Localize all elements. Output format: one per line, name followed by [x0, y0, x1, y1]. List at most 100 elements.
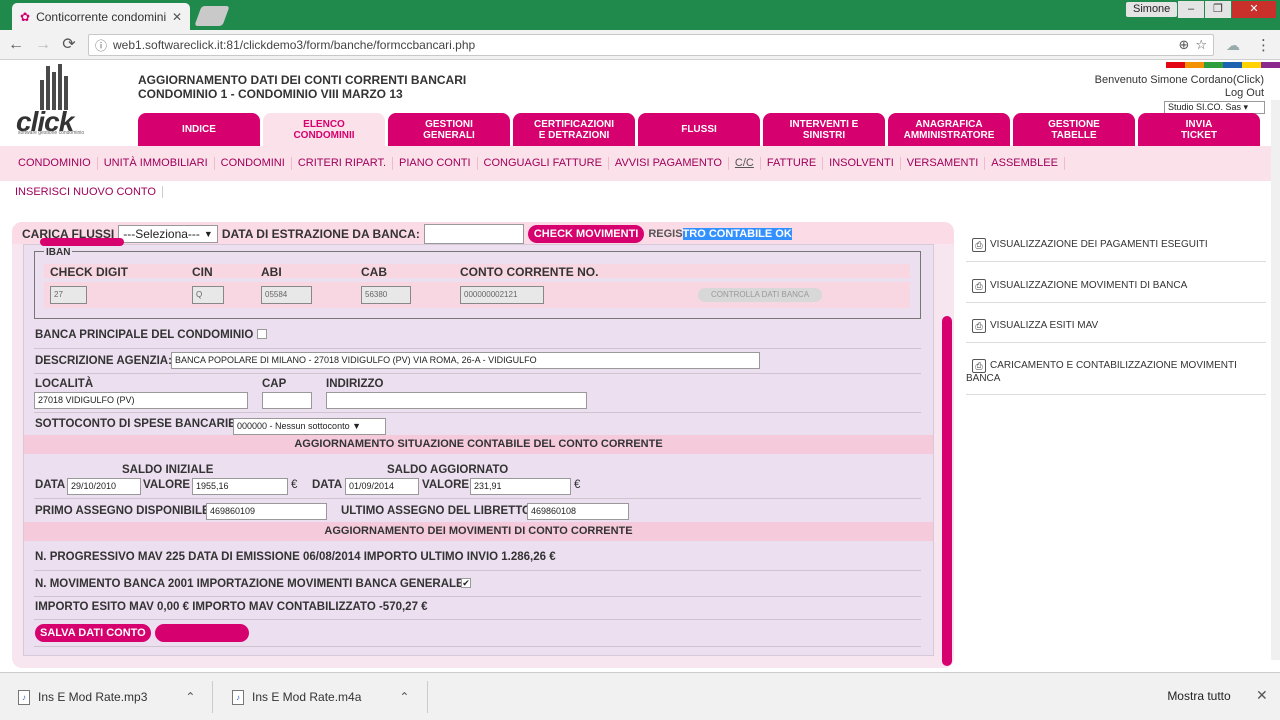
mainnav-flussi[interactable]: FLUSSI	[638, 113, 760, 146]
color-swatch	[1185, 62, 1204, 68]
page-title-line2: CONDOMINIO 1 - CONDOMINIO VIII MARZO 13	[138, 87, 403, 101]
mainnav-gestioni-generali[interactable]: GESTIONI GENERALI	[388, 113, 510, 146]
conto-label: CONTO CORRENTE NO.	[460, 265, 599, 279]
close-window-button[interactable]: ✕	[1232, 1, 1276, 18]
conto-input[interactable]: 000000002121	[460, 286, 544, 304]
sidebar-item-pagamenti[interactable]: ⎙ VISUALIZZAZIONE DEI PAGAMENTI ESEGUITI	[966, 238, 1266, 262]
cap-input[interactable]	[262, 392, 312, 409]
forward-arrow-icon[interactable]: →	[33, 35, 53, 55]
site-info-icon[interactable]: ⓘ	[95, 37, 107, 54]
saldo-iniziale-valore-input[interactable]: 1955,16	[192, 478, 288, 495]
salva-dati-conto-button[interactable]: SALVA DATI CONTO	[35, 624, 151, 642]
mainnav-invia-ticket[interactable]: INVIA TICKET	[1138, 113, 1260, 146]
chevron-up-icon[interactable]: ⌃	[399, 690, 409, 704]
back-arrow-icon[interactable]: ←	[6, 35, 26, 55]
page-title: AGGIORNAMENTO DATI DEI CONTI CORRENTI BA…	[138, 73, 466, 101]
mainnav-indice[interactable]: INDICE	[138, 113, 260, 146]
chevron-up-icon[interactable]: ⌃	[185, 690, 195, 704]
subnav-unita-immobiliari[interactable]: UNITÀ IMMOBILIARI	[98, 157, 215, 170]
mainnav-certificazioni[interactable]: CERTIFICAZIONI E DETRAZIONI	[513, 113, 635, 146]
close-download-bar-icon[interactable]: ✕	[1256, 687, 1268, 704]
subnav-versamenti[interactable]: VERSAMENTI	[901, 157, 986, 170]
mainnav-gestione-tabelle[interactable]: GESTIONE TABELLE	[1013, 113, 1135, 146]
tab-close-icon[interactable]: ✕	[172, 10, 182, 24]
date-extraction-label: DATA DI ESTRAZIONE DA BANCA:	[221, 227, 420, 241]
maximize-button[interactable]: ❐	[1205, 1, 1231, 18]
cin-input[interactable]: Q	[192, 286, 224, 304]
subnav-condomini[interactable]: CONDOMINI	[215, 157, 292, 170]
bookmark-star-icon[interactable]: ☆	[1195, 37, 1207, 53]
address-bar[interactable]: ⓘ web1.softwareclick.it:81/clickdemo3/fo…	[88, 34, 1214, 56]
check-movimenti-button[interactable]: CHECK MOVIMENTI	[527, 225, 645, 243]
subnav-piano-conti[interactable]: PIANO CONTI	[393, 157, 478, 170]
welcome-text: Benvenuto Simone Cordano(Click)	[1094, 74, 1264, 86]
sidebar-item-movimenti[interactable]: ⎙ VISUALIZZAZIONE MOVIMENTI DI BANCA	[966, 279, 1266, 303]
subnav-avvisi-pagamento[interactable]: AVVISI PAGAMENTO	[609, 157, 729, 170]
mav-info-text: N. PROGRESSIVO MAV 225 DATA DI EMISSIONE…	[35, 551, 556, 563]
controlla-dati-banca-button[interactable]: CONTROLLA DATI BANCA	[698, 288, 822, 302]
click-logo[interactable]: click software gestione condominio	[16, 64, 94, 138]
minimize-button[interactable]: –	[1178, 1, 1204, 18]
abi-input[interactable]: 05584	[261, 286, 312, 304]
cab-input[interactable]: 56380	[361, 286, 411, 304]
secondary-action-button[interactable]	[155, 624, 249, 642]
date-extraction-input[interactable]	[423, 224, 524, 244]
url-text[interactable]: web1.softwareclick.it:81/clickdemo3/form…	[113, 38, 1172, 52]
subnav-conguagli-fatture[interactable]: CONGUAGLI FATTURE	[478, 157, 609, 170]
browser-tab[interactable]: ✿ Conticorrente condomini ✕	[12, 3, 190, 30]
saldo-iniziale-data-input[interactable]: 29/10/2010	[67, 478, 141, 495]
logout-link[interactable]: Log Out	[1095, 87, 1264, 100]
divider	[34, 348, 921, 349]
divider	[34, 373, 921, 374]
panel-scrollbar[interactable]	[942, 316, 952, 666]
page-title-line1: AGGIORNAMENTO DATI DEI CONTI CORRENTI BA…	[138, 73, 467, 87]
movimento-info-text: N. MOVIMENTO BANCA 2001 IMPORTAZIONE MOV…	[35, 578, 464, 590]
reload-icon[interactable]: ⟳	[59, 35, 79, 55]
subnav-insolventi[interactable]: INSOLVENTI	[823, 157, 901, 170]
download-item[interactable]: ♪ Ins E Mod Rate.mp3 ⌃	[18, 683, 195, 711]
mainnav-anagrafica[interactable]: ANAGRAFICA AMMINISTRATORE	[888, 113, 1010, 146]
extension-icon[interactable]: ☁	[1226, 37, 1240, 54]
main-nav: INDICE ELENCO CONDOMINII GESTIONI GENERALI…	[138, 113, 1260, 146]
user-welcome: Benvenuto Simone Cordano(Click) Log Out	[1095, 74, 1264, 100]
document-icon: ⎙	[972, 319, 986, 333]
sottoconto-select[interactable]: 000000 - Nessun sottoconto ▼	[233, 418, 386, 435]
ultimo-assegno-input[interactable]: 469860108	[527, 503, 629, 520]
mainnav-interventi-sinistri[interactable]: INTERVENTI E SINISTRI	[763, 113, 885, 146]
color-swatch	[1242, 62, 1261, 68]
sidebar-item-esiti-mav[interactable]: ⎙ VISUALIZZA ESITI MAV	[966, 319, 1266, 343]
show-all-downloads-button[interactable]: Mostra tutto	[1154, 683, 1244, 709]
iban-legend: IBAN	[44, 247, 73, 258]
browser-menu-icon[interactable]: ⋮	[1256, 36, 1271, 54]
sottoconto-label: SOTTOCONTO DI SPESE BANCARIE	[35, 418, 236, 430]
new-tab-button[interactable]	[194, 6, 230, 26]
subnav-assemblee[interactable]: ASSEMBLEE	[985, 157, 1065, 170]
divider	[427, 681, 428, 713]
subnav-cc[interactable]: C/C	[729, 157, 761, 170]
profile-button[interactable]: Simone	[1126, 2, 1178, 17]
zoom-icon[interactable]: ⊕	[1178, 37, 1189, 53]
ultimo-assegno-label: ULTIMO ASSEGNO DEL LIBRETTO	[341, 505, 531, 517]
saldo-aggiornato-valore-input[interactable]: 231,91	[470, 478, 571, 495]
subnav-fatture[interactable]: FATTURE	[761, 157, 824, 170]
subnav-criteri-ripart[interactable]: CRITERI RIPART.	[292, 157, 394, 170]
indirizzo-input[interactable]	[326, 392, 587, 409]
page-scrollbar[interactable]	[1271, 100, 1280, 660]
flussi-select[interactable]: ---Seleziona--- ▼	[118, 225, 218, 243]
chevron-down-icon: ▼	[203, 229, 213, 239]
sidebar-item-caricamento[interactable]: ⎙ CARICAMENTO E CONTABILIZZAZIONE MOVIMEN…	[966, 359, 1266, 395]
saldo-aggiornato-data-input[interactable]: 01/09/2014	[345, 478, 419, 495]
movimento-checkbox[interactable]: ✔	[461, 578, 471, 588]
document-icon: ⎙	[972, 359, 986, 373]
check-digit-input[interactable]: 27	[50, 286, 87, 304]
download-bar: ♪ Ins E Mod Rate.mp3 ⌃ ♪ Ins E Mod Rate.…	[0, 672, 1280, 720]
insert-new-account-link[interactable]: INSERISCI NUOVO CONTO	[15, 186, 163, 198]
subnav-condominio[interactable]: CONDOMINIO	[12, 157, 98, 170]
descrizione-input[interactable]: BANCA POPOLARE DI MILANO - 27018 VIDIGUL…	[171, 352, 760, 369]
mainnav-elenco-condominii[interactable]: ELENCO CONDOMINII	[263, 113, 385, 146]
primo-assegno-input[interactable]: 469860109	[206, 503, 327, 520]
localita-input[interactable]: 27018 VIDIGULFO (PV)	[34, 392, 248, 409]
banca-principale-checkbox[interactable]	[257, 329, 267, 339]
saldo-aggiornato-label: SALDO AGGIORNATO	[387, 464, 509, 476]
download-item[interactable]: ♪ Ins E Mod Rate.m4a ⌃	[232, 683, 409, 711]
